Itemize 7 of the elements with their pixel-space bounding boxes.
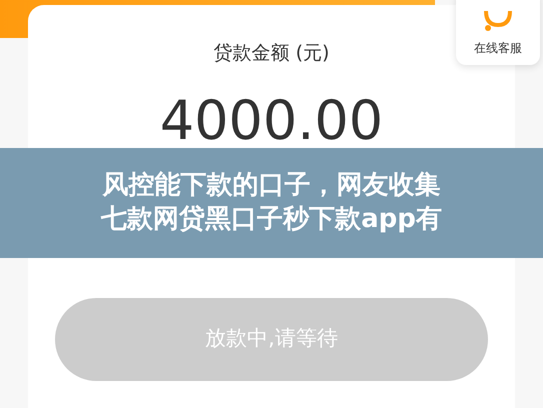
caption-line: 七款网贷黑口子秒下款app有 bbox=[101, 203, 442, 236]
headset-icon bbox=[481, 11, 515, 31]
caption-line: 风控能下款的口子，网友收集 bbox=[102, 169, 440, 202]
service-label: 在线客服 bbox=[474, 40, 522, 57]
amount-label: 贷款金额 (元) bbox=[214, 41, 330, 66]
amount-value: 4000.00 bbox=[160, 94, 384, 148]
service-panel[interactable]: 在线客服 bbox=[456, 0, 540, 65]
